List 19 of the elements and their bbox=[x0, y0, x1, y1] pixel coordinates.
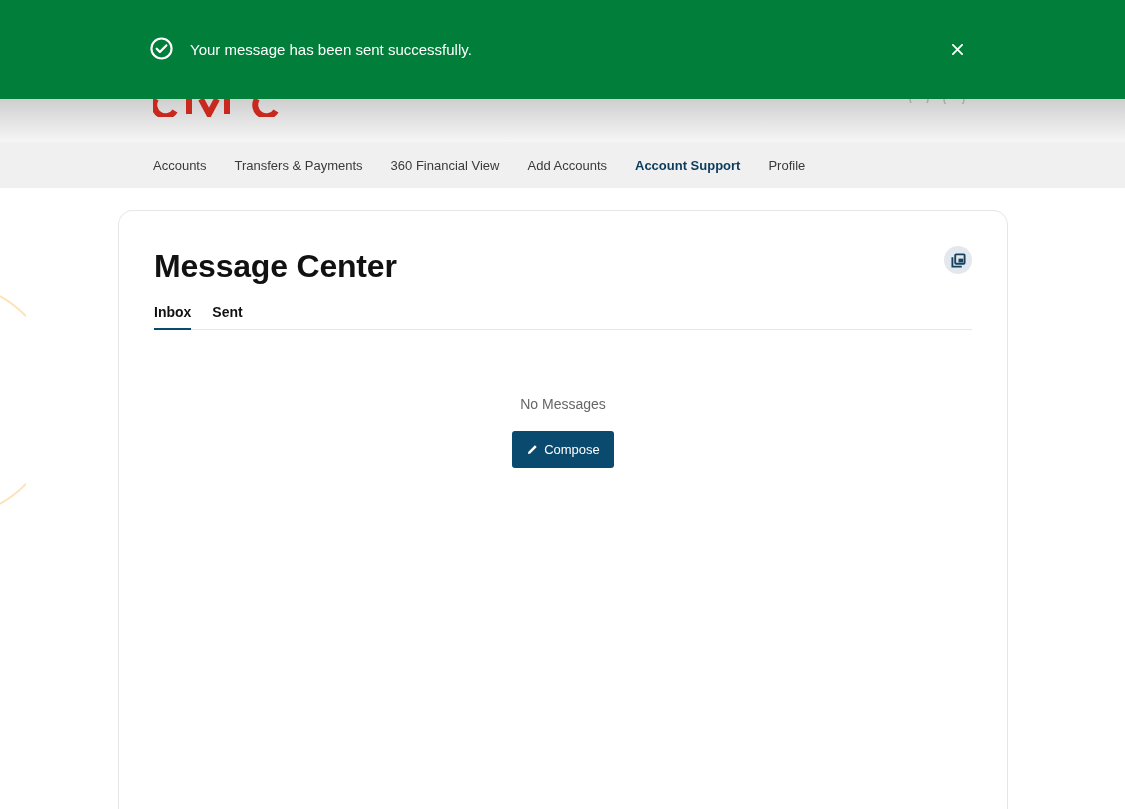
popout-icon bbox=[950, 252, 966, 268]
nav-link[interactable]: Profile bbox=[768, 157, 806, 173]
nav-link[interactable]: Add Accounts bbox=[527, 157, 607, 173]
nav-link[interactable]: Account Support bbox=[635, 157, 741, 173]
success-message: Your message has been sent successfully. bbox=[190, 41, 473, 58]
nav-link[interactable]: Accounts bbox=[153, 157, 207, 173]
logo-icon bbox=[153, 99, 279, 117]
pencil-icon bbox=[527, 443, 539, 455]
close-icon bbox=[952, 44, 963, 55]
nav-link[interactable]: Transfers & Payments bbox=[234, 157, 363, 173]
tab[interactable]: Inbox bbox=[154, 304, 192, 330]
nav-link[interactable]: 360 Financial View bbox=[390, 157, 500, 173]
popout-button[interactable] bbox=[944, 246, 972, 274]
check-circle-icon bbox=[150, 37, 173, 60]
compose-button[interactable]: Compose bbox=[512, 430, 614, 468]
tab[interactable]: Sent bbox=[212, 304, 243, 330]
empty-state-text: No Messages bbox=[520, 395, 606, 412]
close-button[interactable] bbox=[950, 42, 965, 57]
page-title: Message Center bbox=[154, 247, 397, 286]
